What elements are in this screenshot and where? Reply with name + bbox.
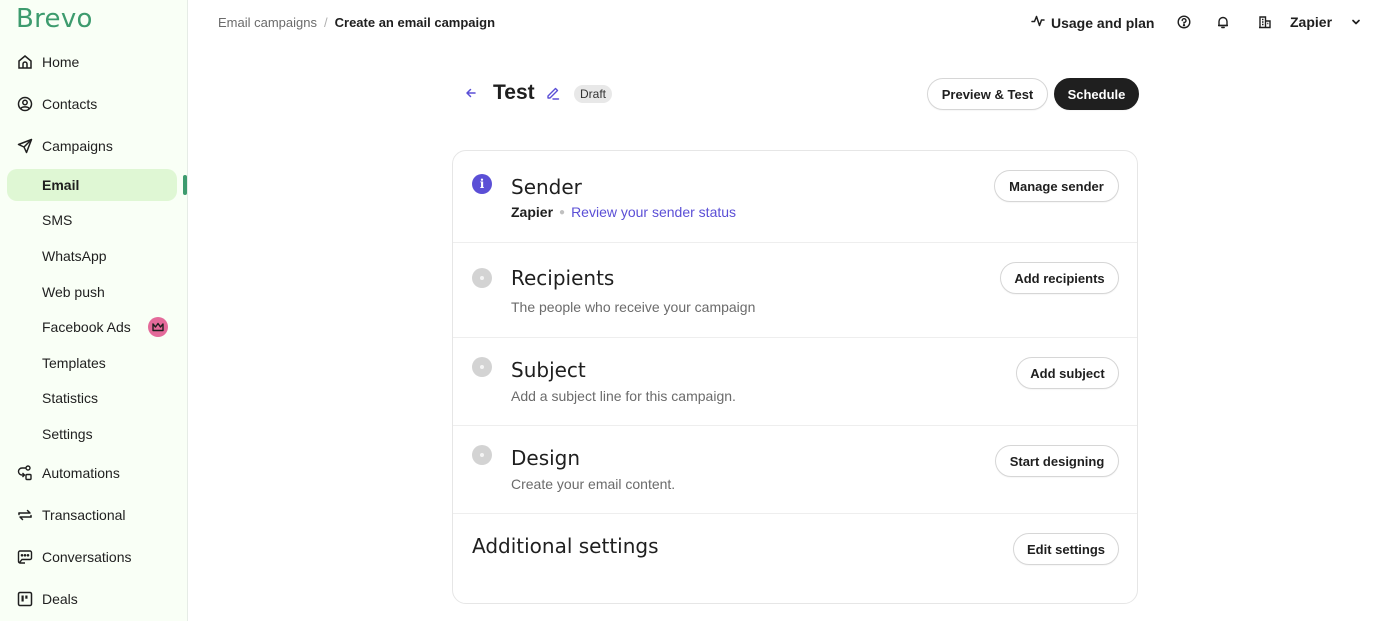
sidebar-item-email[interactable]: Email	[7, 169, 177, 201]
active-indicator	[183, 175, 187, 195]
recipients-subtitle: The people who receive your campaign	[511, 299, 756, 315]
add-recipients-button[interactable]: Add recipients	[1000, 262, 1119, 294]
sidebar-item-statistics[interactable]: Statistics	[0, 382, 188, 414]
sidebar-item-label: Statistics	[42, 390, 99, 406]
chevron-down-icon[interactable]	[1348, 14, 1364, 30]
breadcrumb-current: Create an email campaign	[334, 15, 496, 30]
design-title: Design	[511, 446, 581, 470]
sidebar-item-whatsapp[interactable]: WhatsApp	[0, 240, 188, 272]
sidebar-item-contacts[interactable]: Contacts	[0, 88, 188, 120]
sidebar-item-label: Automations	[42, 465, 120, 481]
sidebar-item-label: Settings	[42, 426, 93, 442]
sidebar-item-transactional[interactable]: Transactional	[0, 499, 188, 531]
step-pending-icon	[472, 445, 492, 465]
send-icon	[16, 137, 34, 155]
sidebar-item-label: Templates	[42, 355, 106, 371]
sidebar-item-campaigns[interactable]: Campaigns	[0, 130, 188, 162]
step-pending-icon	[472, 357, 492, 377]
sidebar: Brevo Home Contacts Campaigns Email SMS	[0, 0, 188, 621]
sidebar-item-facebook-ads[interactable]: Facebook Ads	[0, 311, 188, 343]
brevo-logo[interactable]: Brevo	[16, 4, 93, 34]
schedule-button[interactable]: Schedule	[1054, 78, 1139, 110]
step-pending-icon	[472, 268, 492, 288]
bell-icon[interactable]	[1215, 14, 1231, 30]
start-designing-button[interactable]: Start designing	[995, 445, 1119, 477]
sidebar-item-sms[interactable]: SMS	[0, 204, 188, 236]
breadcrumb: Email campaigns / Create an email campai…	[218, 15, 495, 30]
usage-and-plan-button[interactable]: Usage and plan	[1031, 14, 1154, 31]
sidebar-item-label: Home	[42, 54, 80, 70]
additional-settings-section: Additional settings Edit settings	[453, 514, 1137, 603]
preview-test-button[interactable]: Preview & Test	[927, 78, 1048, 110]
sender-name: Zapier	[511, 204, 554, 220]
sidebar-item-label: Deals	[42, 591, 78, 607]
transactional-icon	[16, 506, 34, 524]
sidebar-item-label: Facebook Ads	[42, 319, 131, 335]
edit-settings-button[interactable]: Edit settings	[1013, 533, 1119, 565]
sidebar-item-conversations[interactable]: Conversations	[0, 541, 188, 573]
sidebar-item-label: Contacts	[42, 96, 98, 112]
conversations-icon	[16, 548, 34, 566]
back-arrow-icon[interactable]	[464, 86, 478, 100]
recipients-section: Recipients The people who receive your c…	[453, 243, 1137, 338]
campaign-setup-card: i Sender Zapier ● Review your sender sta…	[452, 150, 1138, 604]
design-subtitle: Create your email content.	[511, 476, 676, 492]
campaign-name: Test	[493, 81, 535, 104]
sidebar-item-home[interactable]: Home	[0, 46, 188, 78]
sidebar-item-label: Web push	[42, 284, 105, 300]
sidebar-item-label: WhatsApp	[42, 248, 107, 264]
additional-settings-title: Additional settings	[472, 534, 659, 558]
subject-subtitle: Add a subject line for this campaign.	[511, 388, 736, 404]
deals-icon	[16, 590, 34, 608]
subject-section: Subject Add a subject line for this camp…	[453, 338, 1137, 426]
sidebar-item-templates[interactable]: Templates	[0, 347, 188, 379]
recipients-title: Recipients	[511, 266, 615, 290]
sidebar-item-settings[interactable]: Settings	[0, 418, 188, 450]
sidebar-item-label: Transactional	[42, 507, 126, 523]
building-icon[interactable]	[1257, 14, 1273, 30]
crown-icon	[148, 317, 168, 337]
design-section: Design Create your email content. Start …	[453, 426, 1137, 514]
sidebar-item-label: Campaigns	[42, 138, 113, 154]
sidebar-item-label: Conversations	[42, 549, 132, 565]
review-sender-status-link[interactable]: Review your sender status	[571, 204, 736, 220]
breadcrumb-separator: /	[324, 15, 328, 30]
status-badge: Draft	[574, 85, 613, 103]
info-icon: i	[472, 174, 492, 194]
subject-title: Subject	[511, 358, 586, 382]
sender-title: Sender	[511, 175, 582, 199]
sidebar-item-web-push[interactable]: Web push	[0, 276, 188, 308]
sender-details: Zapier ● Review your sender status	[511, 204, 736, 220]
add-subject-button[interactable]: Add subject	[1016, 357, 1119, 389]
sidebar-item-label: SMS	[42, 212, 73, 228]
sidebar-item-deals[interactable]: Deals	[0, 583, 188, 615]
manage-sender-button[interactable]: Manage sender	[994, 170, 1119, 202]
usage-label: Usage and plan	[1051, 14, 1155, 31]
main-content: Email campaigns / Create an email campai…	[188, 0, 1400, 621]
automations-icon	[16, 464, 34, 482]
contacts-icon	[16, 95, 34, 113]
sidebar-item-label: Email	[42, 177, 80, 193]
activity-icon	[1031, 14, 1045, 31]
dot-separator: ●	[559, 206, 566, 218]
sidebar-item-automations[interactable]: Automations	[0, 457, 188, 489]
breadcrumb-email-campaigns[interactable]: Email campaigns	[218, 15, 317, 30]
help-icon[interactable]	[1176, 14, 1192, 30]
account-switcher[interactable]: Zapier	[1290, 14, 1332, 30]
account-name: Zapier	[1290, 14, 1333, 30]
edit-pencil-icon[interactable]	[546, 86, 560, 100]
home-icon	[16, 53, 34, 71]
sender-section: i Sender Zapier ● Review your sender sta…	[453, 151, 1137, 243]
